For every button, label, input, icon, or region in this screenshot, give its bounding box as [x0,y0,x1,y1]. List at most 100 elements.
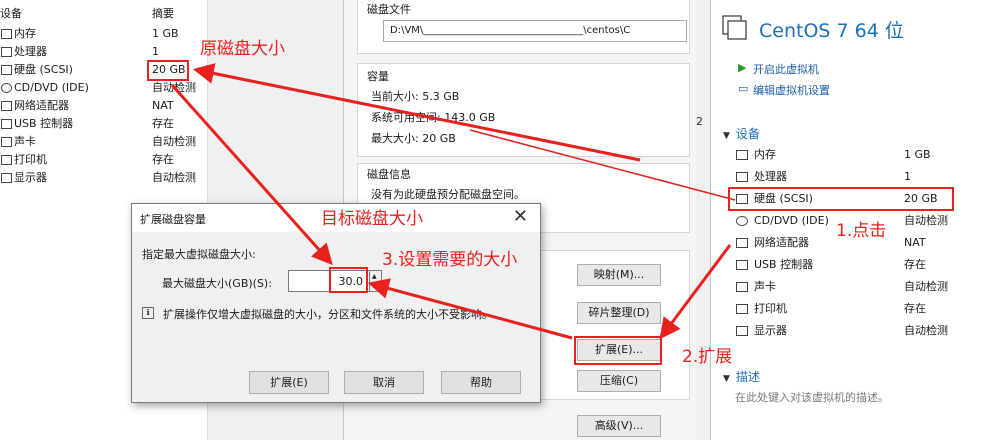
device-name: 打印机 [14,153,47,166]
current-size: 当前大小: 5.3 GB [371,90,460,103]
devices-section-label: 设备 [735,127,760,141]
device-name: USB 控制器 [14,117,74,130]
summary-device-display[interactable]: 显示器 自动检测 [735,322,981,340]
memory-icon [736,150,748,160]
device-row-usb[interactable]: USB 控制器 存在 [0,115,207,133]
device-value: 存在 [152,153,174,166]
printer-icon [736,304,748,314]
device-value: 1 GB [904,148,931,161]
description-placeholder[interactable]: 在此处键入对该虚拟机的描述。 [735,389,889,405]
play-icon: ▶ [738,61,747,74]
device-value: 1 [152,45,159,58]
device-value: 自动检测 [904,214,948,227]
device-name: 显示器 [754,324,787,337]
expand-disk-dialog: 扩展磁盘容量 ✕ 指定最大虚拟磁盘大小: 最大磁盘大小(GB)(S): 30.0… [131,203,541,403]
summary-column-header: 摘要 [152,7,174,20]
expand-button-highlight [574,336,662,365]
cd-icon [1,83,12,93]
device-row-printer[interactable]: 打印机 存在 [0,151,207,169]
cpu-icon [1,47,12,57]
compact-button[interactable]: 压缩(C) [577,370,661,392]
annotation-step2: 2.扩展 [682,347,733,367]
devices-section-header[interactable]: ▼ 设备 [723,125,760,142]
sound-icon [736,282,748,292]
device-column-header: 设备 [0,7,22,20]
summary-device-printer[interactable]: 打印机 存在 [735,300,981,318]
device-row-memory[interactable]: 内存 1 GB [0,25,207,43]
device-row-cpu[interactable]: 处理器 1 [0,43,207,61]
device-value: 自动检测 [152,135,196,148]
device-name: CD/DVD (IDE) [14,81,89,94]
device-value: 1 [904,170,911,183]
device-name: 声卡 [754,280,776,293]
description-section-label: 描述 [735,370,760,384]
power-on-link[interactable]: 开启此虚拟机 [753,61,819,77]
dialog-help-button[interactable]: 帮助 [441,371,521,394]
device-value: 存在 [904,302,926,315]
summary-device-usb[interactable]: USB 控制器 存在 [735,256,981,274]
max-size: 最大大小: 20 GB [371,132,456,145]
description-section-header[interactable]: ▼ 描述 [723,368,760,385]
map-button[interactable]: 映射(M)... [577,264,661,286]
device-name: 内存 [14,27,36,40]
system-free-space: 系统可用空间: 143.0 GB [371,111,496,124]
disk-file-path[interactable]: D:\VM\________________________________\c… [383,20,687,42]
disk-icon [1,65,12,75]
edit-icon: ▭ [738,82,749,95]
display-icon [736,326,748,336]
disk-row-highlight [728,187,954,211]
advanced-button[interactable]: 高级(V)... [577,415,661,437]
summary-device-sound[interactable]: 声卡 自动检测 [735,278,981,296]
device-name: CD/DVD (IDE) [754,214,829,227]
summary-device-cpu[interactable]: 处理器 1 [735,168,981,186]
printer-icon [1,155,12,165]
device-name: 硬盘 (SCSI) [14,63,73,76]
original-size-highlight [147,60,189,81]
device-value: NAT [904,236,926,249]
dialog-cancel-button[interactable]: 取消 [344,371,424,394]
device-value: 自动检测 [152,81,196,94]
collapse-arrow-icon: ▼ [723,131,730,141]
display-icon [1,173,12,183]
device-list-header: 设备 摘要 [0,5,207,23]
cpu-icon [736,172,748,182]
max-size-field-label: 最大磁盘大小(GB)(S): [162,277,272,290]
summary-device-memory[interactable]: 内存 1 GB [735,146,981,164]
device-row-display[interactable]: 显示器 自动检测 [0,169,207,187]
spin-up-icon[interactable]: ▲ [372,273,377,280]
capacity-group: 容量 当前大小: 5.3 GB 系统可用空间: 143.0 GB 最大大小: 2… [357,63,690,157]
capacity-label: 容量 [367,70,389,83]
device-name: USB 控制器 [754,258,814,271]
device-name: 声卡 [14,135,36,148]
annotation-target-size: 目标磁盘大小 [321,209,423,229]
max-size-instruction: 指定最大虚拟磁盘大小: [142,248,256,261]
edit-settings-link[interactable]: 编辑虚拟机设置 [753,82,830,98]
device-value: NAT [152,99,174,112]
memory-icon [1,29,12,39]
max-size-spinner[interactable]: ▲ ▼ [370,270,382,292]
vm-icon [722,15,747,40]
device-name: 内存 [754,148,776,161]
dialog-title: 扩展磁盘容量 [140,213,206,226]
close-icon[interactable]: ✕ [513,206,528,227]
spin-down-icon[interactable]: ▼ [372,283,377,290]
cd-icon [736,216,748,226]
dialog-expand-button[interactable]: 扩展(E) [249,371,329,394]
defrag-button[interactable]: 碎片整理(D) [577,302,661,324]
info-icon: ℹ [142,307,154,319]
device-row-sound[interactable]: 声卡 自动检测 [0,133,207,151]
device-name: 处理器 [754,170,787,183]
network-icon [1,101,12,111]
device-value: 自动检测 [152,171,196,184]
device-value: 存在 [152,117,174,130]
network-icon [736,238,748,248]
device-value: 1 GB [152,27,179,40]
device-row-cd[interactable]: CD/DVD (IDE) 自动检测 [0,79,207,97]
side-number: 2 [696,115,703,128]
device-name: 打印机 [754,302,787,315]
annotation-step1: 1.点击 [836,221,887,241]
device-value: 自动检测 [904,324,948,337]
device-row-network[interactable]: 网络适配器 NAT [0,97,207,115]
device-name: 网络适配器 [754,236,809,249]
vm-title: CentOS 7 64 位 [759,20,904,42]
